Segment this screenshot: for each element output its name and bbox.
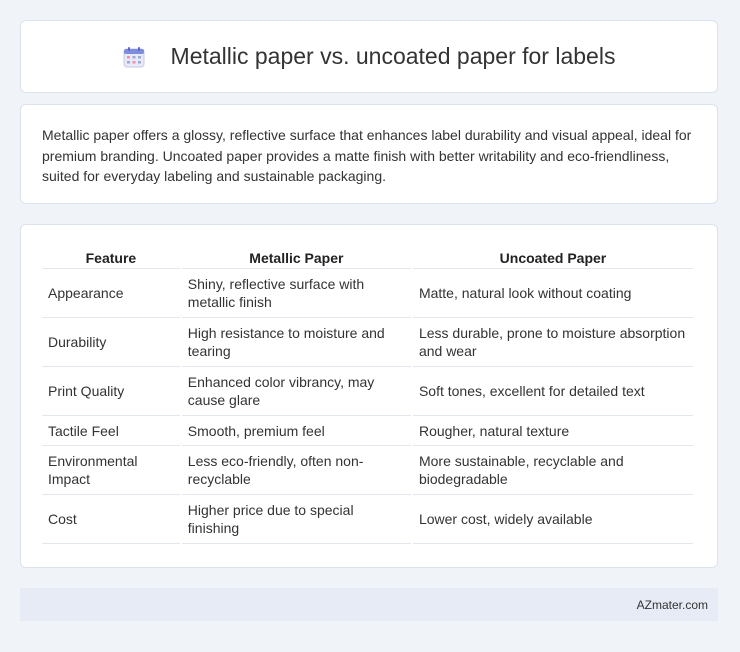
uncoated-cell: Soft tones, excellent for detailed text <box>412 367 693 416</box>
header-feature: Feature <box>42 243 180 269</box>
metallic-cell: Higher price due to special finishing <box>181 495 411 544</box>
metallic-cell: Less eco-friendly, often non-recyclable <box>181 446 411 495</box>
intro-card: Metallic paper offers a glossy, reflecti… <box>20 104 718 204</box>
metallic-cell: Enhanced color vibrancy, may cause glare <box>181 367 411 416</box>
table-row: Durability High resistance to moisture a… <box>42 318 693 367</box>
table-row: Environmental Impact Less eco-friendly, … <box>42 446 693 495</box>
uncoated-cell: More sustainable, recyclable and biodegr… <box>412 446 693 495</box>
comparison-card: Feature Metallic Paper Uncoated Paper Ap… <box>20 224 718 568</box>
feature-cell: Durability <box>42 318 180 367</box>
table-row: Cost Higher price due to special finishi… <box>42 495 693 544</box>
feature-cell: Appearance <box>42 269 180 318</box>
feature-cell: Environmental Impact <box>42 446 180 495</box>
footer: AZmater.com <box>20 588 718 621</box>
metallic-cell: Smooth, premium feel <box>181 416 411 446</box>
feature-cell: Print Quality <box>42 367 180 416</box>
header-metallic: Metallic Paper <box>181 243 411 269</box>
feature-cell: Cost <box>42 495 180 544</box>
calendar-icon <box>123 46 145 67</box>
table-row: Print Quality Enhanced color vibrancy, m… <box>42 367 693 416</box>
comparison-table: Feature Metallic Paper Uncoated Paper Ap… <box>40 243 695 544</box>
uncoated-cell: Lower cost, widely available <box>412 495 693 544</box>
intro-text: Metallic paper offers a glossy, reflecti… <box>42 127 692 184</box>
uncoated-cell: Less durable, prone to moisture absorpti… <box>412 318 693 367</box>
uncoated-cell: Matte, natural look without coating <box>412 269 693 318</box>
metallic-cell: High resistance to moisture and tearing <box>181 318 411 367</box>
table-row: Tactile Feel Smooth, premium feel Roughe… <box>42 416 693 446</box>
page-title: Metallic paper vs. uncoated paper for la… <box>170 43 616 69</box>
footer-brand: AZmater.com <box>636 597 708 612</box>
uncoated-cell: Rougher, natural texture <box>412 416 693 446</box>
title-card: Metallic paper vs. uncoated paper for la… <box>20 20 718 93</box>
feature-cell: Tactile Feel <box>42 416 180 446</box>
metallic-cell: Shiny, reflective surface with metallic … <box>181 269 411 318</box>
table-row: Appearance Shiny, reflective surface wit… <box>42 269 693 318</box>
table-header-row: Feature Metallic Paper Uncoated Paper <box>42 243 693 269</box>
header-uncoated: Uncoated Paper <box>412 243 693 269</box>
